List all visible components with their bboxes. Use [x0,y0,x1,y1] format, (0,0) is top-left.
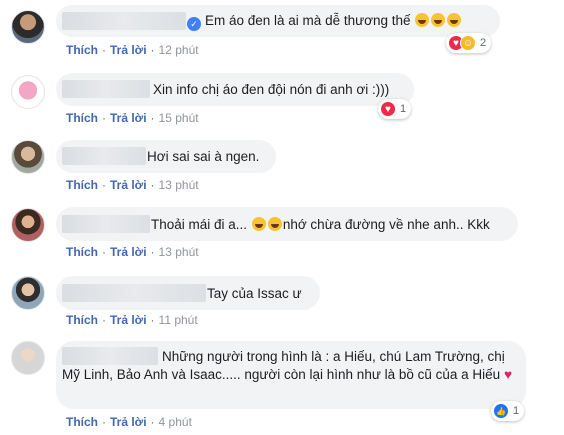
separator: · [102,415,106,429]
comment-bubble: Tay của Issac ư [56,276,320,310]
comment-actions: Thích · Trả lời · 13 phút [66,178,199,192]
like-link[interactable]: Thích [66,178,98,192]
comment-text-part: nhớ chừa đường về nhe anh.. Kkk [282,217,490,232]
avatar[interactable] [11,208,45,242]
like-link[interactable]: Thích [66,111,98,125]
comment-bubble: Xin info chị áo đen đội nón đi anh ơi :)… [56,73,414,106]
laughing-emoji-icon [431,13,446,27]
separator: · [150,313,155,327]
reply-link[interactable]: Trả lời [110,43,147,57]
comment-actions: Thích · Trả lời · 4 phút [66,415,192,429]
reply-link[interactable]: Trả lời [110,415,147,429]
reply-link[interactable]: Trả lời [110,111,147,125]
comment-text-row: ✓ Em áo đen là ai mà dễ thương thế [187,12,462,31]
author-name[interactable] [62,80,150,98]
like-link[interactable]: Thích [66,313,98,327]
reactions-summary[interactable]: ♥ 1 [378,99,412,119]
comment-text: Xin info chị áo đen đội nón đi anh ơi :)… [153,82,390,97]
laughing-emoji-icon [251,217,266,231]
reactions-summary[interactable]: ♥ ☺ 2 [446,33,492,53]
comment-actions: Thích · Trả lời · 11 phút [66,313,198,327]
love-reaction-icon: ♥ [380,101,396,117]
separator: · [150,178,155,192]
comment-text: Tay của Issac ư [207,286,302,301]
separator: · [150,245,155,259]
avatar[interactable] [11,10,45,44]
like-link[interactable]: Thích [66,245,98,259]
author-name[interactable] [62,284,206,302]
separator: · [150,415,155,429]
timestamp[interactable]: 12 phút [159,43,199,57]
author-name[interactable] [62,147,146,165]
separator: · [150,43,155,57]
heart-emoji-icon: ♥ [503,367,512,382]
reply-link[interactable]: Trả lời [110,178,147,192]
timestamp[interactable]: 4 phút [159,415,192,429]
laughing-emoji-icon [415,13,430,27]
timestamp[interactable]: 13 phút [159,245,199,259]
author-name[interactable] [62,12,186,30]
comment-text-row: Những người trong hình là : a Hiếu, chú … [62,348,514,384]
comment-actions: Thích · Trả lời · 15 phút [66,111,199,125]
separator: · [102,313,106,327]
verified-badge-icon: ✓ [187,17,201,31]
timestamp[interactable]: 11 phút [159,313,198,327]
timestamp[interactable]: 13 phút [159,178,199,192]
comment-bubble: ✓ Em áo đen là ai mà dễ thương thế [56,5,500,37]
reactions-summary[interactable]: 👍 1 [491,401,525,421]
comment-bubble: Thoải mái đi a... nhớ chừa đường về nhe … [56,207,518,241]
comment-text: Những người trong hình là : a Hiếu, chú … [62,349,505,382]
comment-text-row: Thoải mái đi a... nhớ chừa đường về nhe … [151,216,490,234]
reaction-count: 1 [400,103,407,115]
avatar[interactable] [11,140,45,174]
separator: · [102,245,106,259]
reaction-count: 2 [480,37,487,49]
like-link[interactable]: Thích [66,43,98,57]
timestamp[interactable]: 15 phút [159,111,199,125]
separator: · [102,111,106,125]
avatar[interactable] [11,276,45,310]
separator: · [150,111,155,125]
comment-text: Hơi sai sai à ngen. [147,149,260,164]
comment-bubble: Hơi sai sai à ngen. [56,140,276,173]
reply-link[interactable]: Trả lời [110,313,147,327]
separator: · [102,43,106,57]
reaction-count: 1 [513,405,520,417]
reply-link[interactable]: Trả lời [110,245,147,259]
comment-text-part: Thoải mái đi a... [151,217,248,232]
avatar[interactable] [11,75,45,109]
comment-actions: Thích · Trả lời · 12 phút [66,43,199,57]
like-reaction-icon: 👍 [493,403,509,419]
comment-actions: Thích · Trả lời · 13 phút [66,245,199,259]
avatar[interactable] [11,341,45,375]
like-link[interactable]: Thích [66,415,98,429]
comment-text: Em áo đen là ai mà dễ thương thế [205,13,411,28]
haha-reaction-icon: ☺ [460,35,476,51]
laughing-emoji-icon [267,217,282,231]
comment-bubble: Những người trong hình là : a Hiếu, chú … [56,341,526,409]
laughing-emoji-icon [447,13,462,27]
author-name[interactable] [62,215,150,233]
separator: · [102,178,106,192]
